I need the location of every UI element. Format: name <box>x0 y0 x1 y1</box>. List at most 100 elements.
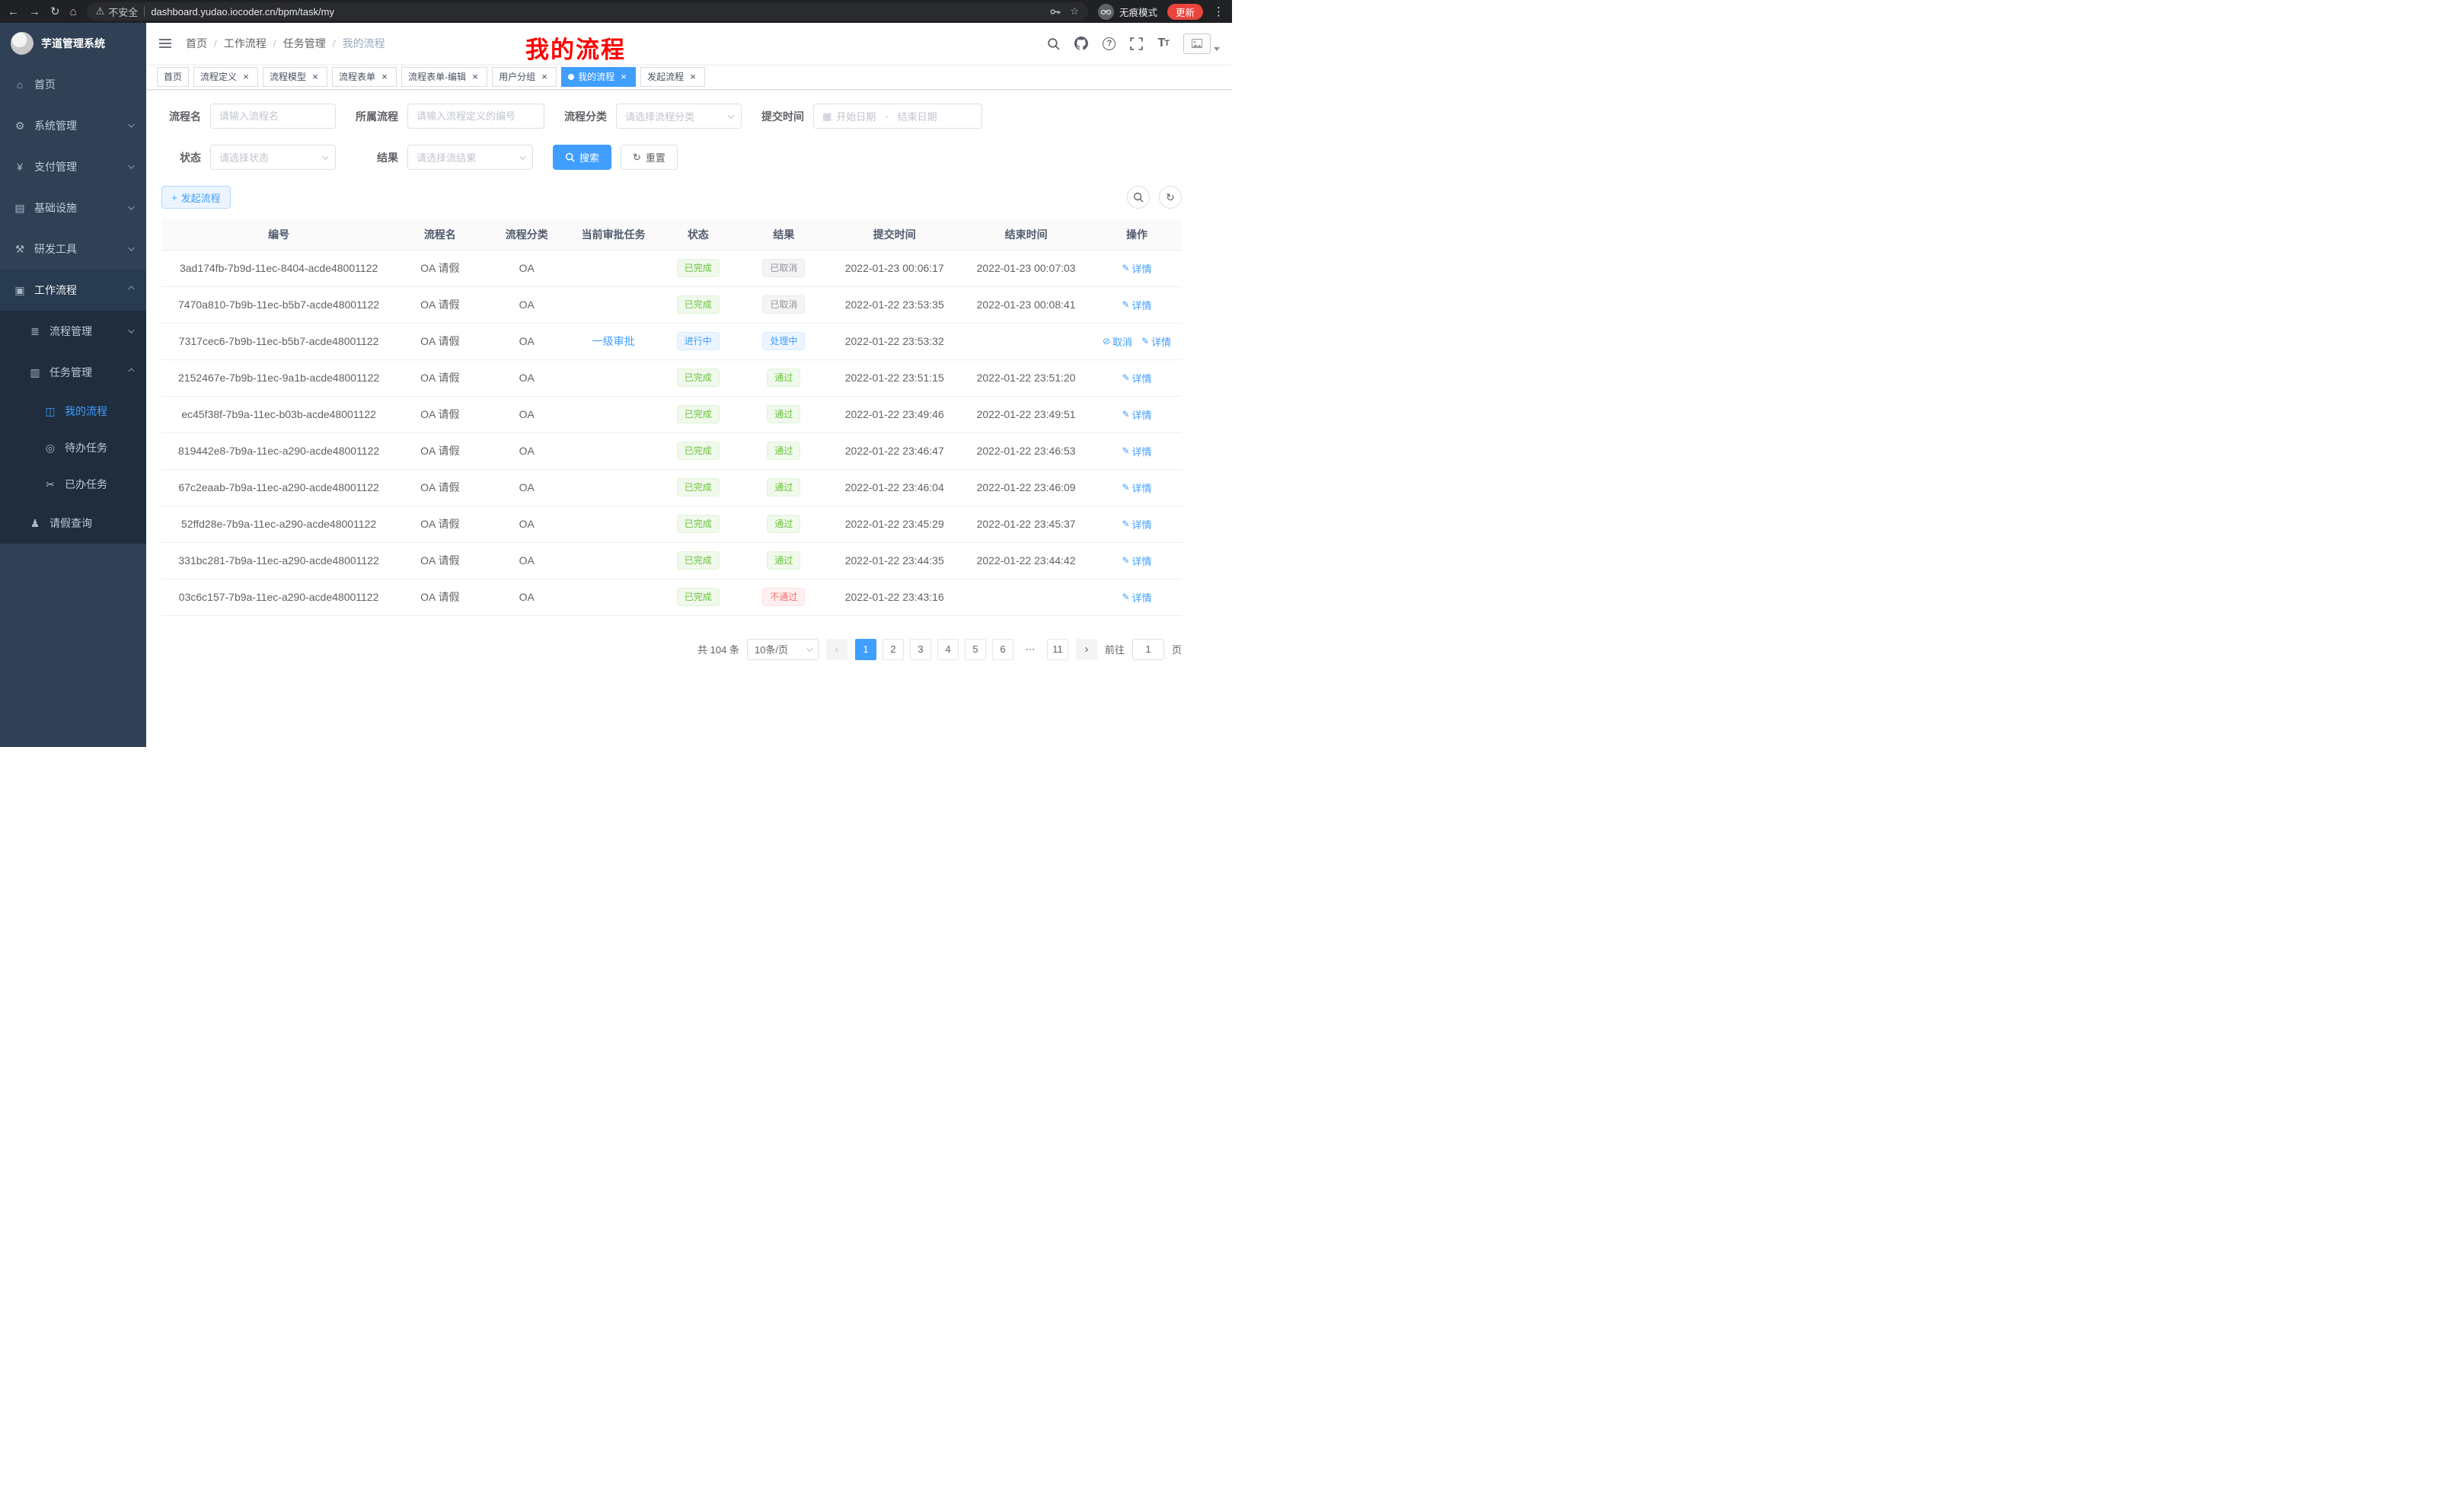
submit-time-range-picker[interactable]: ▦ 开始日期 - 结束日期 <box>813 104 982 129</box>
sidebar-item-infrastructure[interactable]: ▤ 基础设施 <box>0 187 146 228</box>
calendar-icon: ▦ <box>822 110 831 123</box>
home-nav-icon[interactable]: ⌂ <box>70 6 77 18</box>
cell-actions: ⊘取消 ✎详情 <box>1092 323 1182 359</box>
close-icon[interactable]: × <box>379 72 390 82</box>
page-button-4[interactable]: 4 <box>937 639 959 660</box>
cell-id: ec45f38f-7b9a-11ec-b03b-acde48001122 <box>161 396 396 433</box>
plus-icon: + <box>171 192 177 203</box>
current-task-link[interactable]: 一级审批 <box>592 335 635 347</box>
sidebar-item-my-process[interactable]: ◫ 我的流程 <box>0 393 146 429</box>
page-button-3[interactable]: 3 <box>910 639 931 660</box>
page-button-5[interactable]: 5 <box>965 639 986 660</box>
tab-start-process[interactable]: 发起流程× <box>640 67 705 87</box>
sidebar-item-devtools[interactable]: ⚒ 研发工具 <box>0 228 146 270</box>
warning-icon: ⚠ <box>96 5 105 18</box>
close-icon[interactable]: × <box>470 72 480 82</box>
user-avatar[interactable] <box>1183 34 1220 54</box>
page-button-11[interactable]: 11 <box>1047 639 1068 660</box>
cancel-action-link[interactable]: ⊘取消 <box>1103 334 1132 349</box>
filter-form: 流程名 所属流程 流程分类 请选择流程分类 <box>161 104 1182 170</box>
breadcrumb-home[interactable]: 首页 <box>186 36 207 51</box>
edit-icon: ✎ <box>1122 299 1129 310</box>
detail-action-link[interactable]: ✎详情 <box>1122 554 1151 568</box>
detail-action-link[interactable]: ✎详情 <box>1122 590 1151 605</box>
page-size-select[interactable]: 10条/页 <box>747 639 819 660</box>
detail-action-link[interactable]: ✎详情 <box>1141 334 1171 349</box>
reset-button[interactable]: ↻ 重置 <box>621 145 678 170</box>
create-process-label: 发起流程 <box>181 190 221 205</box>
tab-label: 我的流程 <box>578 70 614 83</box>
sidebar-item-home[interactable]: ⌂ 首页 <box>0 64 146 105</box>
column-header-6: 提交时间 <box>828 219 960 250</box>
browser-update-button[interactable]: 更新 <box>1167 4 1203 20</box>
goto-page-input[interactable] <box>1132 639 1164 660</box>
close-icon[interactable]: × <box>618 72 629 82</box>
cell-actions: ✎详情 <box>1092 359 1182 396</box>
status-tag: 已完成 <box>677 295 720 314</box>
reload-icon[interactable]: ↻ <box>50 6 60 18</box>
sidebar-item-todo-tasks[interactable]: ◎ 待办任务 <box>0 429 146 466</box>
result-select[interactable]: 请选择流结果 <box>407 145 533 170</box>
close-icon[interactable]: × <box>688 72 698 82</box>
cell-actions: ✎详情 <box>1092 433 1182 469</box>
detail-action-link[interactable]: ✎详情 <box>1122 407 1151 422</box>
page-button-6[interactable]: 6 <box>992 639 1013 660</box>
browser-menu-icon[interactable]: ⋮ <box>1213 5 1224 18</box>
create-process-button[interactable]: + 发起流程 <box>161 186 231 209</box>
table-search-button[interactable] <box>1127 186 1150 209</box>
page-button-1[interactable]: 1 <box>855 639 876 660</box>
tab-user-group[interactable]: 用户分组× <box>492 67 557 87</box>
detail-action-link[interactable]: ✎详情 <box>1122 261 1151 276</box>
key-icon[interactable] <box>1049 6 1061 18</box>
sidebar-item-done-tasks[interactable]: ✂ 已办任务 <box>0 466 146 503</box>
cell-current-task <box>570 359 657 396</box>
incognito-icon <box>1098 4 1114 20</box>
fullscreen-icon[interactable] <box>1130 37 1143 50</box>
close-icon[interactable]: × <box>310 72 321 82</box>
search-icon[interactable] <box>1047 37 1060 50</box>
hamburger-icon[interactable] <box>158 38 172 49</box>
sidebar-item-task-management[interactable]: ▥ 任务管理 <box>0 352 146 393</box>
sidebar-item-process-management[interactable]: ≣ 流程管理 <box>0 311 146 352</box>
detail-action-link[interactable]: ✎详情 <box>1122 480 1151 495</box>
owner-process-input[interactable] <box>407 104 544 129</box>
detail-action-link[interactable]: ✎详情 <box>1122 298 1151 312</box>
breadcrumb-workflow[interactable]: 工作流程 <box>224 36 267 51</box>
sidebar-item-system[interactable]: ⚙ 系统管理 <box>0 105 146 146</box>
back-icon[interactable]: ← <box>8 6 19 18</box>
filter-result: 结果 请选择流结果 <box>356 145 533 170</box>
sidebar-item-leave-query[interactable]: ♟ 请假查询 <box>0 503 146 544</box>
tab-process-definition[interactable]: 流程定义× <box>193 67 258 87</box>
tab-process-model[interactable]: 流程模型× <box>263 67 327 87</box>
help-icon[interactable]: ? <box>1103 37 1116 50</box>
sidebar-item-workflow[interactable]: ▣ 工作流程 <box>0 270 146 311</box>
search-button[interactable]: 搜索 <box>553 145 611 170</box>
status-select[interactable]: 请选择状态 <box>210 145 336 170</box>
detail-action-link[interactable]: ✎详情 <box>1122 517 1151 532</box>
tab-my-process[interactable]: 我的流程 × <box>561 67 636 87</box>
tab-home[interactable]: 首页 <box>157 67 189 87</box>
github-icon[interactable] <box>1074 37 1088 50</box>
close-icon[interactable]: × <box>241 72 251 82</box>
process-name-input[interactable] <box>210 104 336 129</box>
bookmark-star-icon[interactable]: ☆ <box>1070 5 1079 18</box>
security-chip[interactable]: ⚠ 不安全 <box>96 5 139 19</box>
pager-ellipsis[interactable]: ⋯ <box>1020 639 1041 660</box>
category-select[interactable]: 请选择流程分类 <box>616 104 742 129</box>
tab-process-form-edit[interactable]: 流程表单-编辑× <box>401 67 487 87</box>
result-tag: 通过 <box>767 551 800 570</box>
next-page-button[interactable]: › <box>1076 639 1097 660</box>
font-size-icon[interactable]: TT <box>1157 37 1169 50</box>
url-bar[interactable]: ⚠ 不安全 dashboard.yudao.iocoder.cn/bpm/tas… <box>87 2 1088 21</box>
breadcrumb-task-management[interactable]: 任务管理 <box>283 36 326 51</box>
detail-action-link[interactable]: ✎详情 <box>1122 371 1151 385</box>
main-area: 首页 / 工作流程 / 任务管理 / 我的流程 ? <box>146 23 1232 747</box>
sidebar-item-payment[interactable]: ¥ 支付管理 <box>0 146 146 187</box>
page-button-2[interactable]: 2 <box>883 639 904 660</box>
detail-action-link[interactable]: ✎详情 <box>1122 444 1151 458</box>
close-icon[interactable]: × <box>539 72 550 82</box>
prev-page-button[interactable]: ‹ <box>826 639 847 660</box>
table-refresh-button[interactable]: ↻ <box>1159 186 1182 209</box>
forward-icon[interactable]: → <box>29 6 40 18</box>
tab-process-form[interactable]: 流程表单× <box>332 67 397 87</box>
